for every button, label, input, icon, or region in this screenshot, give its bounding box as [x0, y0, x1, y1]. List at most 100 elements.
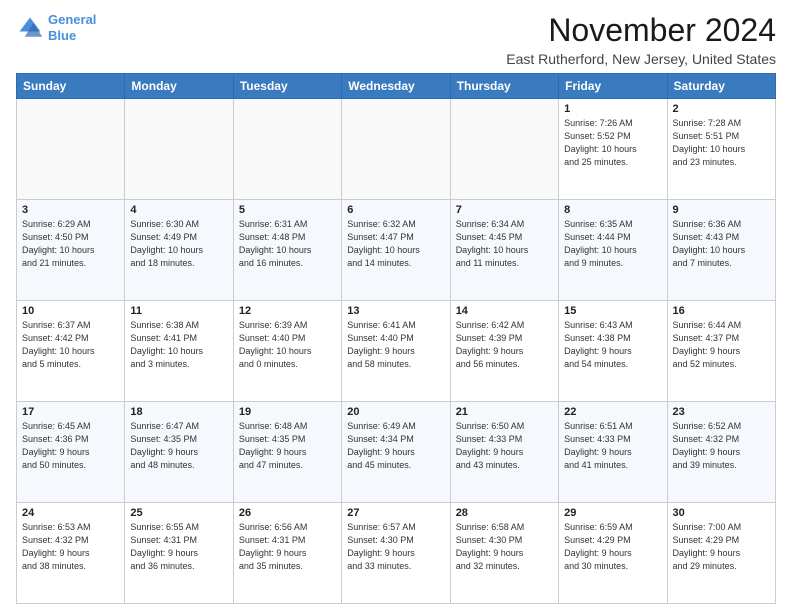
day-number: 2 — [673, 103, 770, 115]
calendar-cell — [17, 99, 125, 200]
day-number: 11 — [130, 305, 227, 317]
day-number: 1 — [564, 103, 661, 115]
calendar-cell: 5Sunrise: 6:31 AM Sunset: 4:48 PM Daylig… — [233, 200, 341, 301]
day-info: Sunrise: 6:48 AM Sunset: 4:35 PM Dayligh… — [239, 420, 336, 472]
calendar-cell: 22 Sunrise: 6:51 AM Sunset: 4:33 PM Dayli… — [559, 402, 667, 503]
calendar-cell: 14 Sunrise: 6:42 AM Sunset: 4:39 PM Dayli… — [450, 301, 558, 402]
day-info: Sunrise: 6:31 AM Sunset: 4:48 PM Dayligh… — [239, 218, 336, 270]
day-info: Sunrise: 6:44 AM Sunset: 4:37 PM Dayligh… — [673, 319, 770, 371]
calendar-cell: 11 Sunrise: 6:38 AM Sunset: 4:41 PM Dayli… — [125, 301, 233, 402]
day-info: Sunrise: 6:43 AM Sunset: 4:38 PM Dayligh… — [564, 319, 661, 371]
calendar-cell: 4Sunrise: 6:30 AM Sunset: 4:49 PM Daylig… — [125, 200, 233, 301]
day-number: 8 — [564, 204, 661, 216]
logo-text: General Blue — [48, 12, 96, 43]
calendar-row-4: 24 Sunrise: 6:53 AM Sunset: 4:32 PM Dayli… — [17, 503, 776, 604]
day-number: 10 — [22, 305, 119, 317]
calendar-row-3: 17 Sunrise: 6:45 AM Sunset: 4:36 PM Dayli… — [17, 402, 776, 503]
calendar-cell: 6 Sunrise: 6:32 AM Sunset: 4:47 PM Daylig… — [342, 200, 450, 301]
day-info: Sunrise: 6:57 AM Sunset: 4:30 PM Dayligh… — [347, 521, 444, 573]
day-number: 25 — [130, 507, 227, 519]
logo: General Blue — [16, 12, 96, 43]
day-info: Sunrise: 7:28 AM Sunset: 5:51 PM Dayligh… — [673, 117, 770, 169]
day-number: 12 — [239, 305, 336, 317]
day-number: 21 — [456, 406, 553, 418]
calendar-cell — [342, 99, 450, 200]
calendar-header-friday: Friday — [559, 74, 667, 99]
calendar-cell: 17 Sunrise: 6:45 AM Sunset: 4:36 PM Dayli… — [17, 402, 125, 503]
subtitle: East Rutherford, New Jersey, United Stat… — [506, 51, 776, 67]
day-number: 19 — [239, 406, 336, 418]
day-number: 9 — [673, 204, 770, 216]
calendar-cell: 12Sunrise: 6:39 AM Sunset: 4:40 PM Dayli… — [233, 301, 341, 402]
calendar-cell: 13 Sunrise: 6:41 AM Sunset: 4:40 PM Dayli… — [342, 301, 450, 402]
day-info: Sunrise: 6:56 AM Sunset: 4:31 PM Dayligh… — [239, 521, 336, 573]
calendar-header-wednesday: Wednesday — [342, 74, 450, 99]
calendar-cell: 19 Sunrise: 6:48 AM Sunset: 4:35 PM Dayli… — [233, 402, 341, 503]
calendar-row-2: 10 Sunrise: 6:37 AM Sunset: 4:42 PM Dayli… — [17, 301, 776, 402]
day-info: Sunrise: 6:50 AM Sunset: 4:33 PM Dayligh… — [456, 420, 553, 472]
month-title: November 2024 — [506, 12, 776, 49]
day-number: 30 — [673, 507, 770, 519]
calendar-cell — [450, 99, 558, 200]
day-info: Sunrise: 6:49 AM Sunset: 4:34 PM Dayligh… — [347, 420, 444, 472]
day-info: Sunrise: 6:41 AM Sunset: 4:40 PM Dayligh… — [347, 319, 444, 371]
calendar-cell: 3 Sunrise: 6:29 AM Sunset: 4:50 PM Daylig… — [17, 200, 125, 301]
day-info: Sunrise: 6:55 AM Sunset: 4:31 PM Dayligh… — [130, 521, 227, 573]
calendar-cell: 20 Sunrise: 6:49 AM Sunset: 4:34 PM Dayli… — [342, 402, 450, 503]
calendar-header-tuesday: Tuesday — [233, 74, 341, 99]
calendar-cell: 28 Sunrise: 6:58 AM Sunset: 4:30 PM Dayli… — [450, 503, 558, 604]
day-info: Sunrise: 6:45 AM Sunset: 4:36 PM Dayligh… — [22, 420, 119, 472]
day-info: Sunrise: 6:32 AM Sunset: 4:47 PM Dayligh… — [347, 218, 444, 270]
day-info: Sunrise: 6:52 AM Sunset: 4:32 PM Dayligh… — [673, 420, 770, 472]
day-number: 24 — [22, 507, 119, 519]
day-number: 20 — [347, 406, 444, 418]
day-info: Sunrise: 6:51 AM Sunset: 4:33 PM Dayligh… — [564, 420, 661, 472]
day-number: 13 — [347, 305, 444, 317]
calendar-cell: 7 Sunrise: 6:34 AM Sunset: 4:45 PM Daylig… — [450, 200, 558, 301]
day-info: Sunrise: 6:34 AM Sunset: 4:45 PM Dayligh… — [456, 218, 553, 270]
calendar-cell — [233, 99, 341, 200]
title-block: November 2024 East Rutherford, New Jerse… — [506, 12, 776, 67]
calendar-cell: 2 Sunrise: 7:28 AM Sunset: 5:51 PM Daylig… — [667, 99, 775, 200]
logo-line1: General — [48, 12, 96, 27]
logo-line2: Blue — [48, 28, 76, 43]
day-info: Sunrise: 6:58 AM Sunset: 4:30 PM Dayligh… — [456, 521, 553, 573]
day-number: 29 — [564, 507, 661, 519]
calendar-header-monday: Monday — [125, 74, 233, 99]
day-number: 16 — [673, 305, 770, 317]
calendar-cell: 27 Sunrise: 6:57 AM Sunset: 4:30 PM Dayli… — [342, 503, 450, 604]
day-info: Sunrise: 6:53 AM Sunset: 4:32 PM Dayligh… — [22, 521, 119, 573]
day-info: Sunrise: 6:38 AM Sunset: 4:41 PM Dayligh… — [130, 319, 227, 371]
day-number: 23 — [673, 406, 770, 418]
day-number: 4 — [130, 204, 227, 216]
calendar-cell: 15 Sunrise: 6:43 AM Sunset: 4:38 PM Dayli… — [559, 301, 667, 402]
calendar-cell: 16 Sunrise: 6:44 AM Sunset: 4:37 PM Dayli… — [667, 301, 775, 402]
calendar-header-sunday: Sunday — [17, 74, 125, 99]
day-number: 6 — [347, 204, 444, 216]
calendar-cell: 9 Sunrise: 6:36 AM Sunset: 4:43 PM Daylig… — [667, 200, 775, 301]
calendar-header-saturday: Saturday — [667, 74, 775, 99]
calendar-cell: 23 Sunrise: 6:52 AM Sunset: 4:32 PM Dayli… — [667, 402, 775, 503]
calendar-cell: 24 Sunrise: 6:53 AM Sunset: 4:32 PM Dayli… — [17, 503, 125, 604]
page: General Blue November 2024 East Rutherfo… — [0, 0, 792, 612]
calendar-row-0: 1Sunrise: 7:26 AM Sunset: 5:52 PM Daylig… — [17, 99, 776, 200]
day-info: Sunrise: 6:37 AM Sunset: 4:42 PM Dayligh… — [22, 319, 119, 371]
day-number: 17 — [22, 406, 119, 418]
day-info: Sunrise: 6:59 AM Sunset: 4:29 PM Dayligh… — [564, 521, 661, 573]
day-number: 14 — [456, 305, 553, 317]
day-number: 27 — [347, 507, 444, 519]
day-number: 15 — [564, 305, 661, 317]
calendar-cell: 1Sunrise: 7:26 AM Sunset: 5:52 PM Daylig… — [559, 99, 667, 200]
day-info: Sunrise: 6:29 AM Sunset: 4:50 PM Dayligh… — [22, 218, 119, 270]
day-number: 28 — [456, 507, 553, 519]
day-info: Sunrise: 6:35 AM Sunset: 4:44 PM Dayligh… — [564, 218, 661, 270]
day-number: 18 — [130, 406, 227, 418]
calendar-cell: 29 Sunrise: 6:59 AM Sunset: 4:29 PM Dayli… — [559, 503, 667, 604]
header: General Blue November 2024 East Rutherfo… — [16, 12, 776, 67]
day-number: 22 — [564, 406, 661, 418]
day-number: 3 — [22, 204, 119, 216]
day-info: Sunrise: 6:42 AM Sunset: 4:39 PM Dayligh… — [456, 319, 553, 371]
day-number: 7 — [456, 204, 553, 216]
day-info: Sunrise: 7:00 AM Sunset: 4:29 PM Dayligh… — [673, 521, 770, 573]
day-info: Sunrise: 6:36 AM Sunset: 4:43 PM Dayligh… — [673, 218, 770, 270]
